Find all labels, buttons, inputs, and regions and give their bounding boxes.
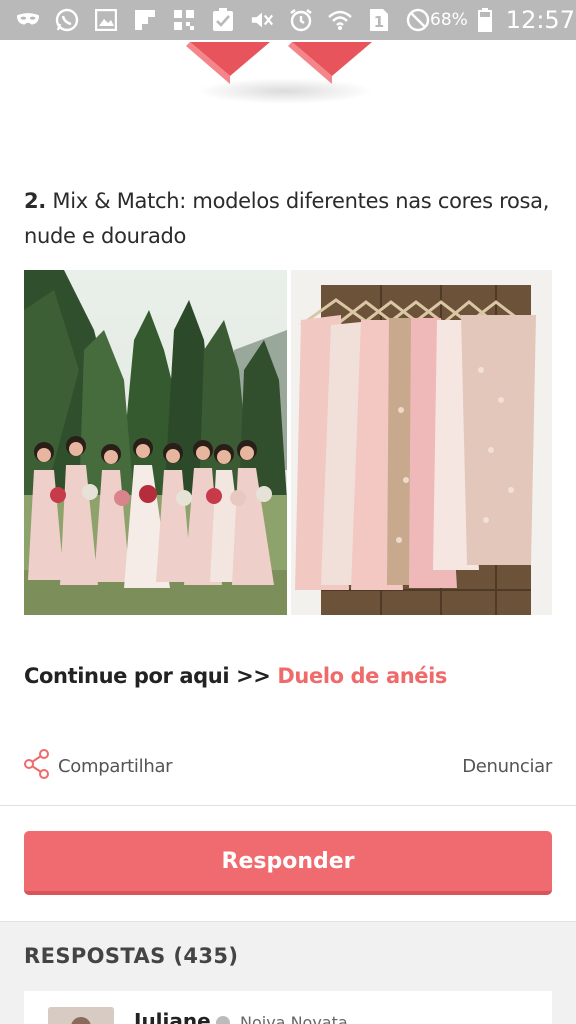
mute-icon xyxy=(250,9,274,31)
svg-text:1: 1 xyxy=(374,13,384,31)
user-role: Noiva Novata xyxy=(240,1013,348,1024)
battery-icon xyxy=(477,8,492,32)
reply-button[interactable]: Responder xyxy=(24,831,552,895)
continue-link[interactable]: Duelo de anéis xyxy=(277,664,447,688)
share-icon xyxy=(24,748,50,784)
sim1-icon: 1 xyxy=(367,9,391,31)
wifi-icon xyxy=(328,9,352,31)
no-disturb-icon xyxy=(406,8,430,32)
qr-icon xyxy=(172,9,196,31)
alarm-icon xyxy=(289,9,313,32)
status-bar: 1 68% 12:57 xyxy=(0,0,576,40)
hearts-decoration-icon xyxy=(186,42,372,84)
flipboard-icon xyxy=(133,9,157,31)
avatar[interactable] xyxy=(48,1007,114,1024)
continue-reading: Continue por aqui >> Duelo de anéis xyxy=(24,664,447,688)
item-number: 2. xyxy=(24,189,46,213)
whatsapp-icon xyxy=(55,8,79,32)
user-name[interactable]: Juliane xyxy=(134,1009,211,1024)
gallery-icon xyxy=(94,9,118,31)
battery-percent: 68% xyxy=(430,10,468,30)
online-status-icon xyxy=(216,1016,230,1024)
bridesmaids-photo[interactable] xyxy=(24,270,287,615)
clock: 12:57 xyxy=(505,6,575,34)
dresses-photo[interactable] xyxy=(291,270,552,615)
article-paragraph: 2. Mix & Match: modelos diferentes nas c… xyxy=(24,184,554,254)
answers-section: RESPOSTAS (435) Juliane Noiva Novata xyxy=(0,921,576,1024)
clipboard-check-icon xyxy=(211,8,235,31)
answer-card[interactable]: Juliane Noiva Novata xyxy=(24,991,552,1024)
share-label: Compartilhar xyxy=(58,755,173,777)
answers-title: RESPOSTAS (435) xyxy=(24,944,239,968)
item-text: Mix & Match: modelos diferentes nas core… xyxy=(24,189,550,248)
report-button[interactable]: Denunciar xyxy=(462,756,552,777)
post-actions: Compartilhar Denunciar xyxy=(24,748,552,784)
continue-prefix: Continue por aqui >> xyxy=(24,664,271,688)
mask-icon xyxy=(16,9,40,31)
divider xyxy=(0,805,576,806)
share-button[interactable]: Compartilhar xyxy=(24,748,173,784)
